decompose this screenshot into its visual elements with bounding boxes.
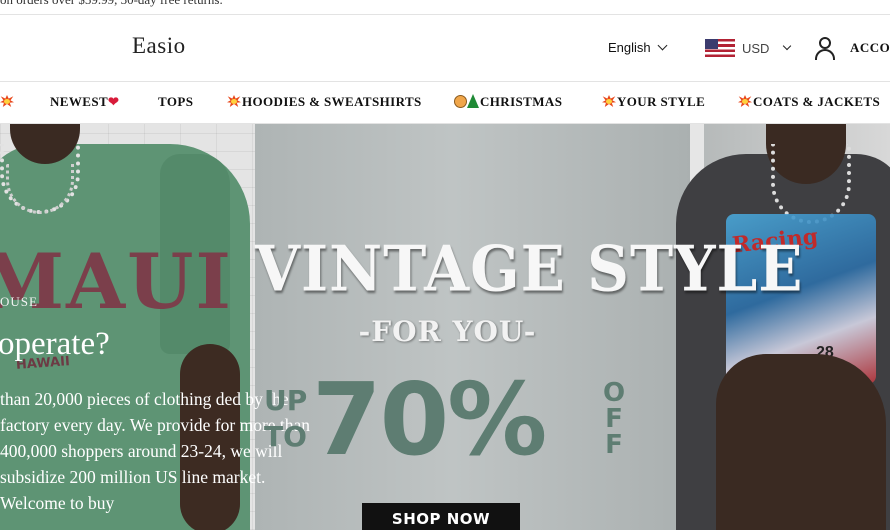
promo-title: VINTAGE STYLE: [255, 232, 804, 306]
promo-off: O F F: [600, 380, 628, 458]
collision-icon: [0, 95, 14, 107]
promo-off-letter: F: [605, 430, 623, 460]
nav-item-newest[interactable]: NEWEST❤: [50, 94, 119, 110]
currency-label: USD: [742, 40, 770, 56]
promo-off-letter: F: [605, 404, 623, 434]
nav-item-partial[interactable]: [0, 94, 15, 110]
chevron-down-icon: [783, 41, 792, 51]
nav-item-label: HOODIES & SWEATSHIRTS: [242, 94, 422, 109]
collision-icon: [602, 95, 616, 107]
nav-item-christmas[interactable]: CHRISTMAS: [454, 94, 562, 110]
promo-off-letter: O: [602, 378, 626, 408]
site-logo[interactable]: Easio: [132, 33, 186, 59]
user-icon: [814, 37, 836, 60]
about-eyebrow: OUSE: [0, 294, 38, 309]
nav-item-label: YOUR STYLE: [617, 94, 706, 109]
face-icon: [454, 95, 467, 108]
promo-subtitle: -FOR YOU-: [358, 315, 537, 348]
about-heading: operate?: [0, 326, 110, 362]
site-header: Easio English USD ACCO: [0, 15, 890, 81]
collision-icon: [227, 95, 241, 107]
nav-item-label: COATS & JACKETS: [753, 94, 881, 109]
main-nav: NEWEST❤ TOPS HOODIES & SWEATSHIRTS CHRIS…: [0, 81, 890, 124]
shop-now-button[interactable]: SHOP NOW: [362, 503, 520, 530]
announcement-bar: on orders over $59.99, 30-day free retur…: [0, 0, 890, 15]
promo-to: TO: [264, 420, 307, 453]
nav-item-label: TOPS: [158, 94, 194, 109]
nav-item-hoodies[interactable]: HOODIES & SWEATSHIRTS: [227, 94, 422, 110]
nav-item-coats-jackets[interactable]: COATS & JACKETS: [738, 94, 880, 110]
nav-item-label: CHRISTMAS: [480, 94, 563, 109]
nav-item-tops[interactable]: TOPS: [158, 94, 193, 110]
currency-selector[interactable]: USD: [705, 39, 792, 57]
account-link[interactable]: ACCO: [814, 37, 890, 60]
language-selector[interactable]: English: [608, 40, 668, 55]
chevron-down-icon: [657, 40, 668, 51]
nav-item-your-style[interactable]: YOUR STYLE: [602, 94, 705, 110]
promo-percent: 70%: [312, 361, 547, 478]
christmas-tree-icon: [467, 94, 479, 108]
language-label: English: [608, 40, 651, 55]
us-flag-icon: [705, 39, 735, 57]
heart-icon: ❤: [108, 94, 120, 109]
announcement-text: on orders over $59.99, 30-day free retur…: [0, 0, 223, 8]
nav-item-label: NEWEST: [50, 94, 109, 109]
account-label: ACCO: [850, 40, 890, 55]
model-right-image: Racing 28: [676, 124, 890, 530]
promo-up: UP: [264, 384, 308, 417]
collision-icon: [738, 95, 752, 107]
